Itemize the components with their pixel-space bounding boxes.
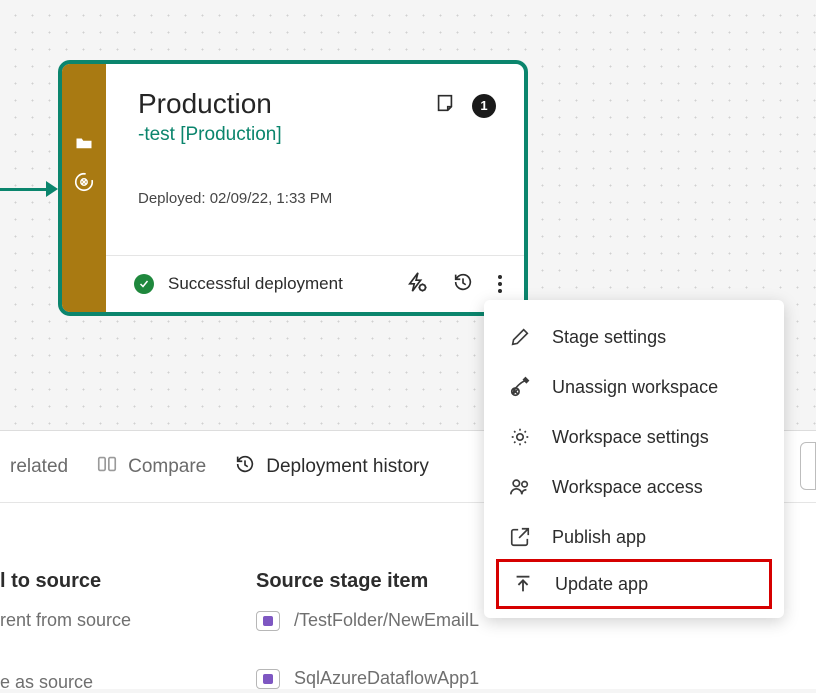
deployment-status-text: Successful deployment bbox=[168, 274, 392, 294]
menu-workspace-access[interactable]: Workspace access bbox=[484, 462, 784, 512]
compare-icon bbox=[96, 453, 118, 481]
dataflow-icon bbox=[256, 611, 280, 631]
dataflow-icon bbox=[256, 669, 280, 689]
note-icon[interactable] bbox=[434, 92, 456, 119]
side-handle[interactable] bbox=[800, 442, 816, 490]
unassign-icon bbox=[508, 375, 532, 399]
table-row: e as source bbox=[0, 672, 93, 693]
more-options-button[interactable] bbox=[498, 275, 502, 293]
menu-item-label: Workspace settings bbox=[552, 427, 709, 448]
refresh-error-icon bbox=[73, 171, 95, 198]
pencil-icon bbox=[508, 325, 532, 349]
external-link-icon bbox=[508, 525, 532, 549]
stage-sidebar bbox=[62, 64, 106, 312]
menu-item-label: Workspace access bbox=[552, 477, 703, 498]
connector-arrow bbox=[0, 186, 58, 192]
menu-item-label: Stage settings bbox=[552, 327, 666, 348]
stage-title: Production bbox=[138, 88, 272, 120]
table-row: rent from source bbox=[0, 610, 131, 631]
success-check-icon bbox=[134, 274, 154, 294]
table-cell: SqlAzureDataflowApp1 bbox=[256, 668, 479, 689]
history-icon bbox=[234, 453, 256, 481]
folder-icon bbox=[73, 134, 95, 157]
stage-context-menu: Stage settings Unassign workspace Worksp… bbox=[484, 300, 784, 618]
deployed-timestamp: Deployed: 02/09/22, 1:33 PM bbox=[138, 190, 496, 207]
menu-item-label: Publish app bbox=[552, 527, 646, 548]
menu-item-label: Unassign workspace bbox=[552, 377, 718, 398]
menu-stage-settings[interactable]: Stage settings bbox=[484, 312, 784, 362]
column-header-b: Source stage item bbox=[256, 570, 428, 593]
menu-publish-app[interactable]: Publish app bbox=[484, 512, 784, 562]
menu-unassign-workspace[interactable]: Unassign workspace bbox=[484, 362, 784, 412]
related-button[interactable]: related bbox=[10, 456, 68, 478]
menu-update-app[interactable]: Update app bbox=[496, 559, 772, 609]
rules-settings-icon[interactable] bbox=[406, 271, 428, 298]
stage-subtitle: -test [Production] bbox=[138, 124, 496, 146]
people-icon bbox=[508, 475, 532, 499]
menu-item-label: Update app bbox=[555, 574, 648, 595]
column-header-a: l to source bbox=[0, 570, 101, 593]
deployment-history-button[interactable]: Deployment history bbox=[234, 453, 429, 481]
gear-icon bbox=[508, 425, 532, 449]
menu-workspace-settings[interactable]: Workspace settings bbox=[484, 412, 784, 462]
stage-card-production[interactable]: Production 1 -test [Production] Deployed… bbox=[58, 60, 528, 316]
table-cell: /TestFolder/NewEmailL bbox=[256, 610, 479, 631]
item-count-badge: 1 bbox=[472, 94, 496, 118]
history-icon[interactable] bbox=[452, 271, 474, 298]
upload-icon bbox=[511, 572, 535, 596]
compare-button[interactable]: Compare bbox=[96, 453, 206, 481]
